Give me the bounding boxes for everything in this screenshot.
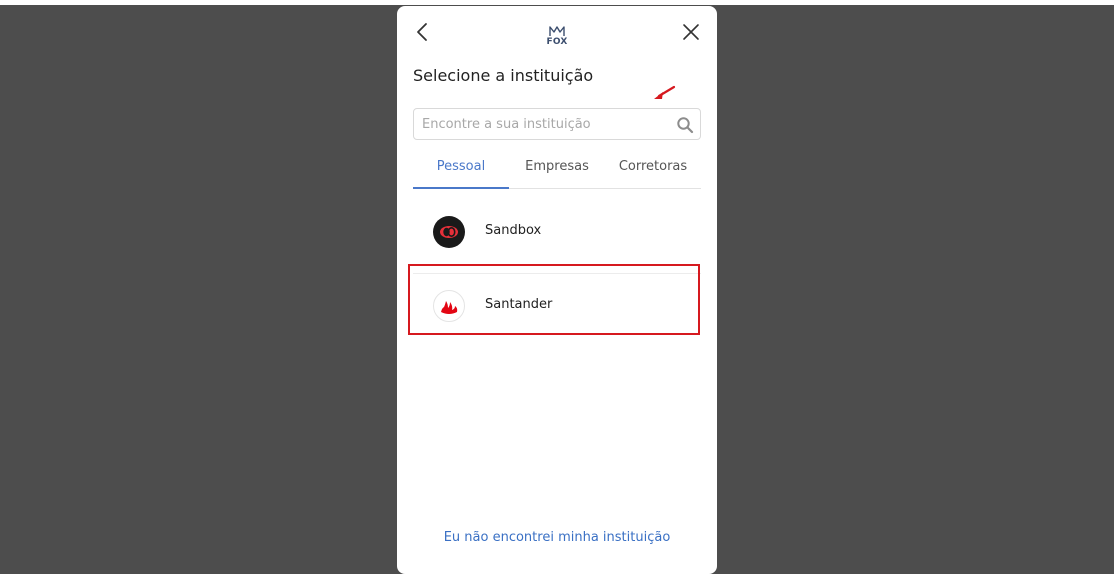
not-found-link[interactable]: Eu não encontrei minha instituição — [397, 530, 717, 545]
page-title: Selecione a instituição — [413, 66, 594, 85]
institution-item-santander[interactable]: Santander — [413, 273, 701, 337]
sandbox-logo-icon — [433, 216, 465, 248]
institution-item-sandbox[interactable]: Sandbox — [413, 200, 701, 264]
tab-empresas[interactable]: Empresas — [509, 152, 605, 189]
logo-text: FOX — [546, 37, 568, 47]
santander-flame-icon — [433, 290, 465, 322]
tab-pessoal[interactable]: Pessoal — [413, 152, 509, 189]
modal-header: FOX — [397, 6, 717, 62]
institution-name: Sandbox — [485, 223, 542, 238]
institution-name: Santander — [485, 297, 553, 312]
search-box — [413, 108, 701, 140]
back-button[interactable] — [411, 20, 435, 44]
close-icon — [683, 24, 699, 40]
institution-picker-modal: FOX Selecione a instituição Pessoal Empr… — [397, 6, 717, 574]
tab-corretoras[interactable]: Corretoras — [605, 152, 701, 189]
back-arrow-icon — [417, 23, 427, 41]
institution-tabs: Pessoal Empresas Corretoras — [413, 152, 701, 189]
search-icon[interactable] — [676, 116, 694, 134]
search-input[interactable] — [422, 109, 672, 139]
red-arrow-annotation-icon — [654, 85, 676, 99]
close-button[interactable] — [679, 20, 703, 44]
fox-logo-icon: FOX — [543, 24, 571, 50]
